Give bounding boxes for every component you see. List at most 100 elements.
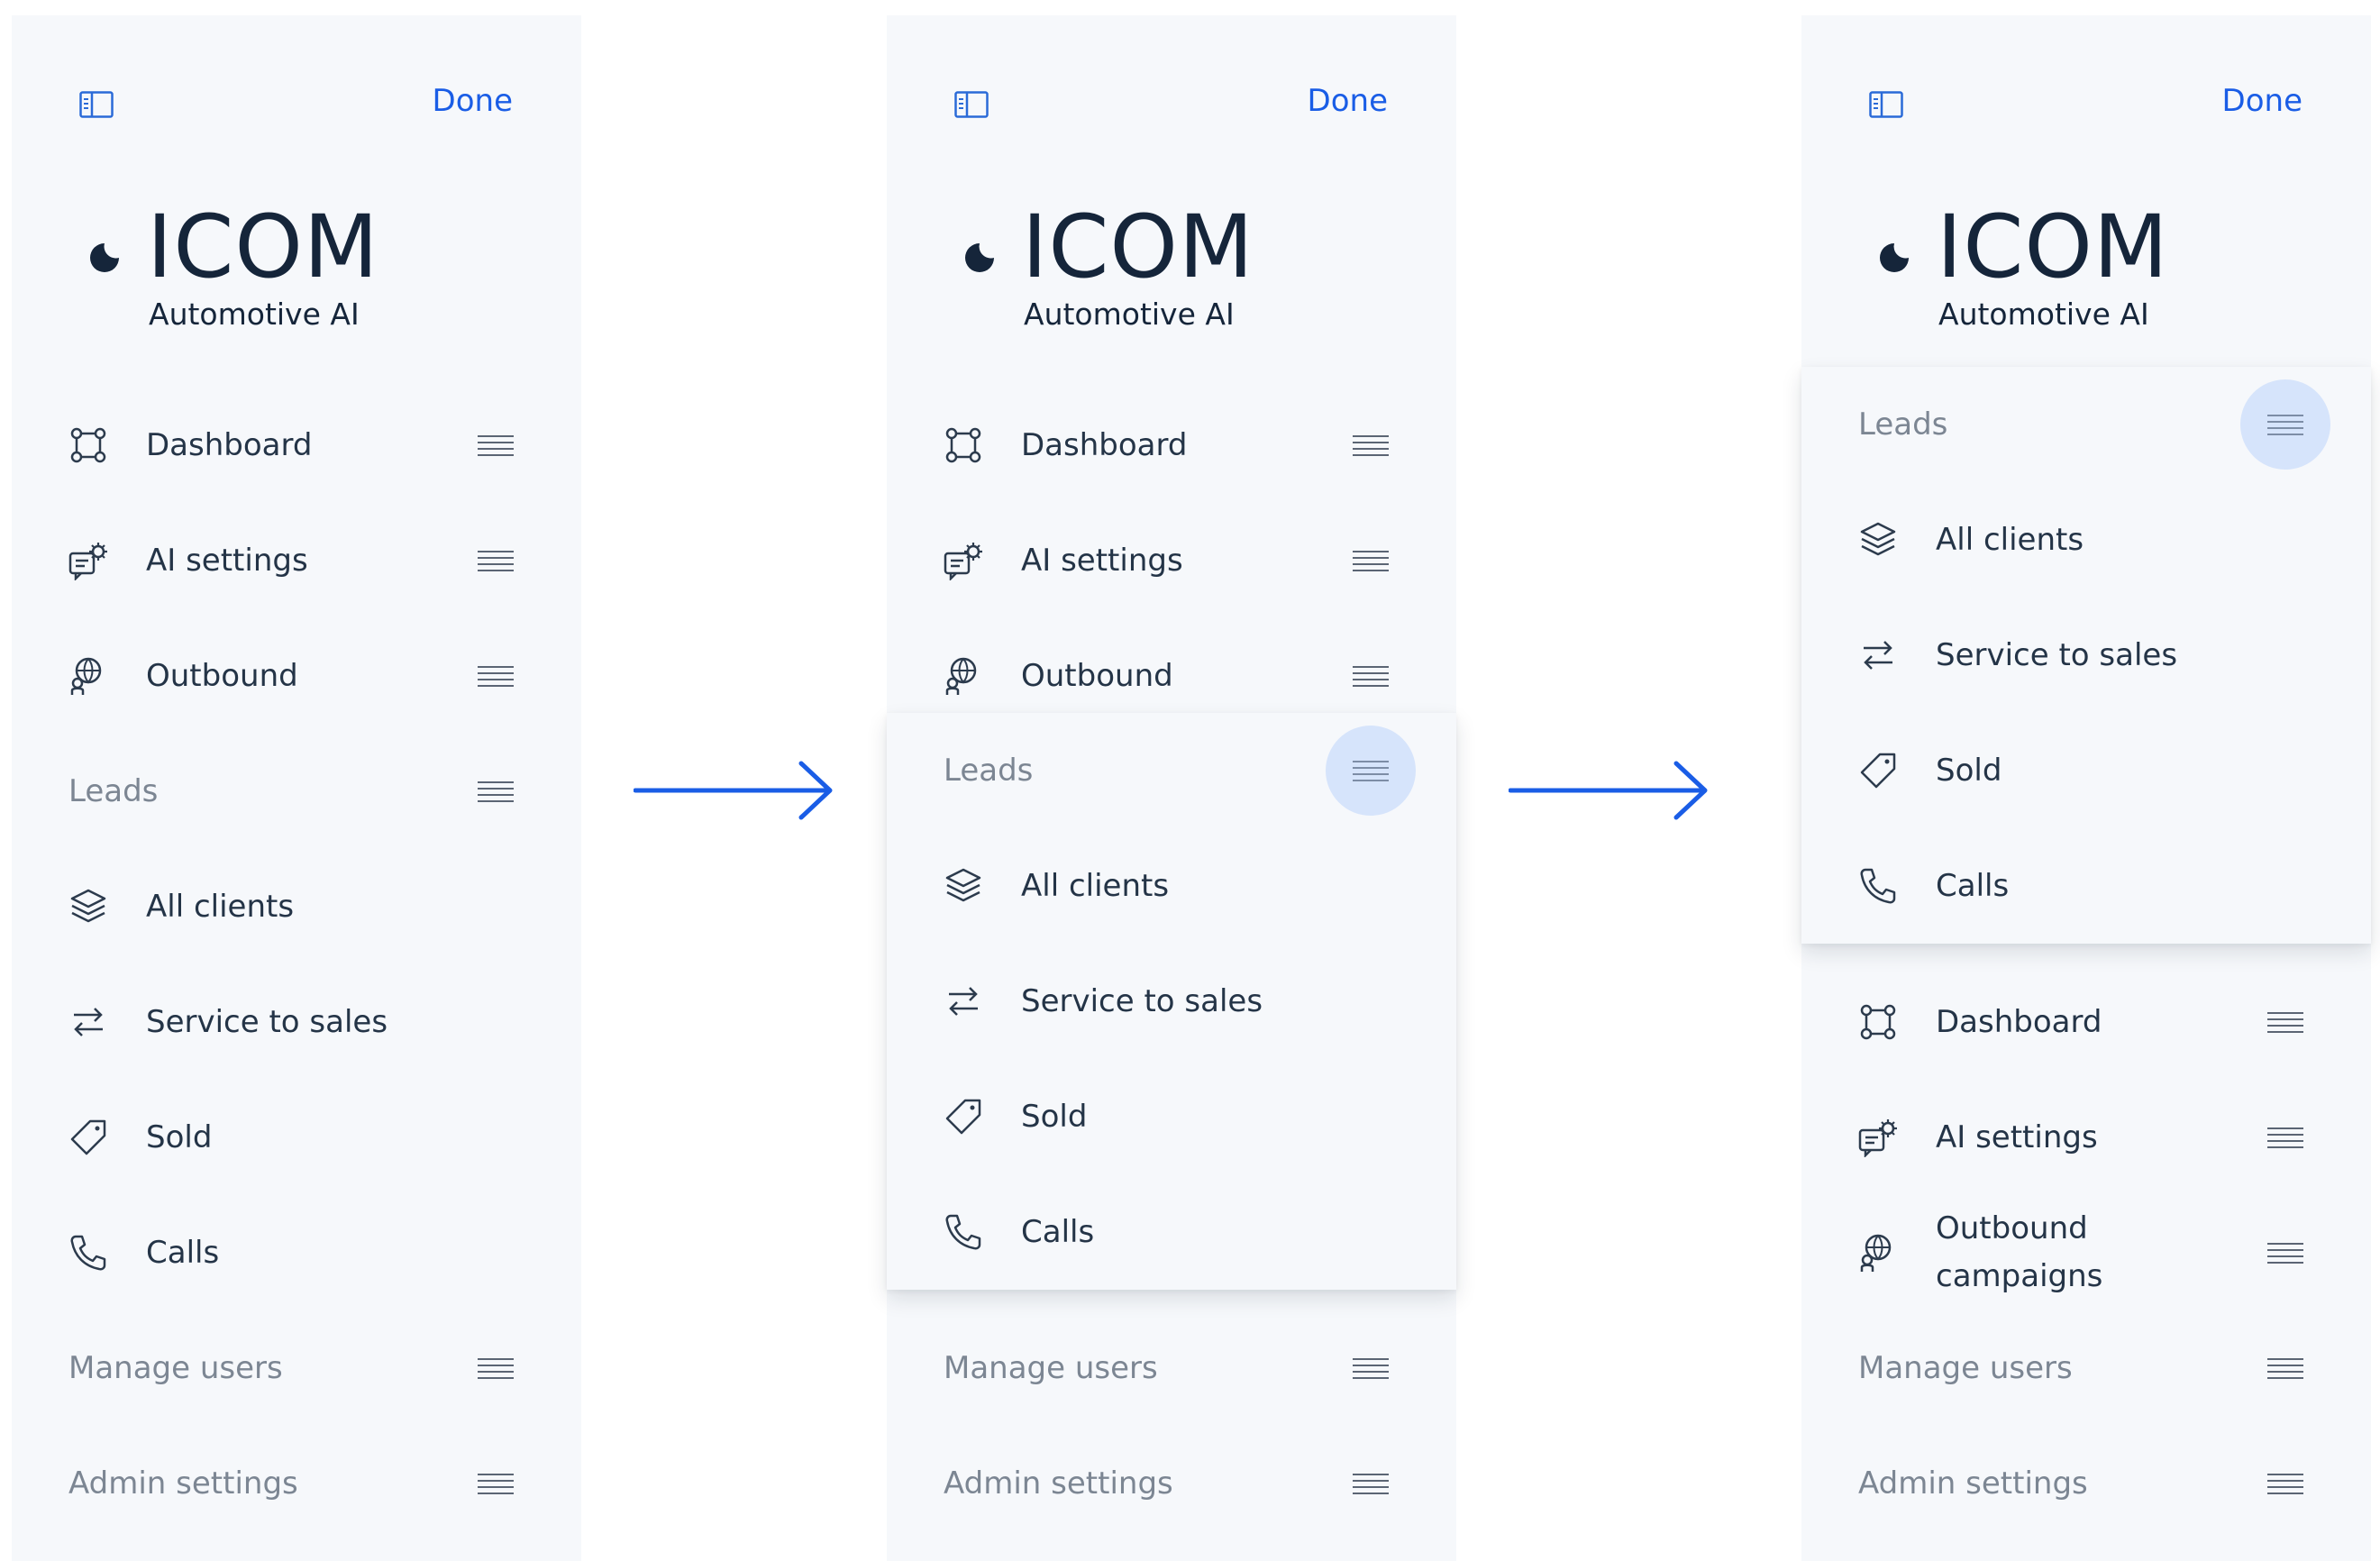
brand-tagline: Automotive AI xyxy=(149,297,360,332)
drag-handle-icon[interactable] xyxy=(1353,1357,1389,1379)
nav-item-outbound[interactable]: Outbound xyxy=(12,618,581,734)
nav-item-ai-settings[interactable]: AI settings xyxy=(887,503,1456,618)
done-button[interactable]: Done xyxy=(433,86,513,116)
nav-item-sold[interactable]: Sold xyxy=(1801,713,2371,828)
section-label: Leads xyxy=(944,753,1034,789)
nav-label: Calls xyxy=(1936,868,2010,904)
nav-item-calls[interactable]: Calls xyxy=(1801,828,2371,944)
drag-handle-icon[interactable] xyxy=(1353,434,1389,456)
nodes-icon xyxy=(1860,1004,1896,1040)
tag-icon xyxy=(1860,753,1896,789)
section-admin-settings: Admin settings xyxy=(12,1426,581,1541)
nav-item-service-to-sales[interactable]: Service to sales xyxy=(1801,598,2371,713)
nav-item-service-to-sales[interactable]: Service to sales xyxy=(12,964,581,1080)
nav-item-all-clients[interactable]: All clients xyxy=(887,828,1456,944)
drag-handle-active[interactable] xyxy=(2240,379,2330,470)
chat-gear-icon xyxy=(1858,1119,1897,1157)
nav-label: Calls xyxy=(146,1235,220,1271)
sidebar-toggle-icon[interactable] xyxy=(79,91,114,118)
nav-item-sold[interactable]: Sold xyxy=(12,1080,581,1195)
nav-item-service-to-sales[interactable]: Service to sales xyxy=(887,944,1456,1059)
chat-gear-icon xyxy=(68,543,107,580)
section-leads: Leads xyxy=(1801,367,2371,482)
nav-label: Dashboard xyxy=(1936,1004,2102,1040)
nav-label: Service to sales xyxy=(1936,637,2178,673)
drag-handle-icon[interactable] xyxy=(478,780,514,802)
drag-handle-icon[interactable] xyxy=(2267,1127,2303,1148)
nodes-icon xyxy=(70,427,106,463)
nav-label: Sold xyxy=(1021,1099,1088,1135)
nav-item-ai-settings[interactable]: AI settings xyxy=(12,503,581,618)
swap-arrows-icon xyxy=(1864,641,1892,670)
brand-logo: ICOM Automotive AI xyxy=(1878,204,2168,335)
section-label: Leads xyxy=(1858,406,1948,443)
nav-label: Sold xyxy=(1936,753,2002,789)
nav-item-ai-settings[interactable]: AI settings xyxy=(1801,1080,2371,1195)
nav-item-calls[interactable]: Calls xyxy=(12,1195,581,1310)
nav-label: AI settings xyxy=(1021,543,1183,579)
drag-handle-icon xyxy=(2267,415,2303,435)
sidebar-toggle-icon[interactable] xyxy=(954,91,989,118)
section-leads: Leads xyxy=(12,734,581,849)
nav-label: Service to sales xyxy=(1021,983,1263,1019)
people-globe-icon xyxy=(70,657,102,695)
section-label: Manage users xyxy=(944,1350,1158,1386)
swap-arrows-icon xyxy=(949,987,978,1016)
sidebar-panel-initial: Done ICOM Automotive AI Dashboard AI set… xyxy=(12,15,581,1561)
nav-item-dashboard[interactable]: Dashboard xyxy=(887,388,1456,503)
nav-item-all-clients[interactable]: All clients xyxy=(1801,482,2371,598)
layers-icon xyxy=(945,868,981,902)
section-manage-users: Manage users xyxy=(887,1310,1456,1426)
brand-tagline: Automotive AI xyxy=(1938,297,2149,332)
drag-handle-icon[interactable] xyxy=(478,434,514,456)
drag-handle-icon[interactable] xyxy=(478,550,514,571)
nav-item-sold[interactable]: Sold xyxy=(887,1059,1456,1174)
nav-item-dashboard[interactable]: Dashboard xyxy=(12,388,581,503)
sidebar-panel-dragging: Done ICOM Automotive AI Dashboard AI set… xyxy=(887,15,1456,1561)
drag-handle-icon[interactable] xyxy=(478,1357,514,1379)
nav-label: All clients xyxy=(1936,522,2084,558)
tag-icon xyxy=(70,1119,106,1155)
drag-handle-icon[interactable] xyxy=(2267,1357,2303,1379)
brand-logo: ICOM Automotive AI xyxy=(88,204,378,335)
section-label: Leads xyxy=(68,773,159,809)
nav-item-dashboard[interactable]: Dashboard xyxy=(1801,964,2371,1080)
done-button[interactable]: Done xyxy=(1308,86,1388,116)
brand-tagline: Automotive AI xyxy=(1024,297,1235,332)
phone-icon xyxy=(945,1214,981,1250)
sidebar-toggle-icon[interactable] xyxy=(1869,91,1903,118)
brand-logo: ICOM Automotive AI xyxy=(963,204,1254,335)
tag-icon xyxy=(945,1099,981,1135)
layers-icon xyxy=(1860,522,1896,556)
drag-handle-icon[interactable] xyxy=(1353,665,1389,687)
nav-label: Calls xyxy=(1021,1214,1095,1250)
section-label: Manage users xyxy=(1858,1350,2073,1386)
dragged-group-leads[interactable]: Leads All clients Service to sales Sold … xyxy=(887,713,1456,1290)
layers-icon xyxy=(70,889,106,923)
drag-handle-icon[interactable] xyxy=(478,1473,514,1494)
drag-handle-active[interactable] xyxy=(1326,726,1416,816)
nav-item-outbound-campaigns[interactable]: Outbound campaigns xyxy=(1801,1195,2371,1310)
drag-handle-icon[interactable] xyxy=(1353,1473,1389,1494)
nav-label: Outbound xyxy=(146,658,298,694)
people-globe-icon xyxy=(1860,1234,1892,1272)
nav-item-calls[interactable]: Calls xyxy=(887,1174,1456,1290)
arrow-right-icon xyxy=(634,761,833,820)
nodes-icon xyxy=(945,427,981,463)
logo-moon-icon xyxy=(965,243,994,272)
drag-handle-icon xyxy=(1353,761,1389,781)
drag-handle-icon[interactable] xyxy=(478,665,514,687)
drag-handle-icon[interactable] xyxy=(2267,1473,2303,1494)
drag-handle-icon[interactable] xyxy=(2267,1242,2303,1264)
nav-item-all-clients[interactable]: All clients xyxy=(12,849,581,964)
brand-name: ICOM xyxy=(147,196,379,297)
done-button[interactable]: Done xyxy=(2222,86,2302,116)
logo-moon-icon xyxy=(90,243,119,272)
dragged-group-leads[interactable]: Leads All clients Service to sales Sold … xyxy=(1801,367,2371,944)
drag-handle-icon[interactable] xyxy=(2267,1011,2303,1033)
nav-label: AI settings xyxy=(1936,1119,2098,1155)
section-label: Admin settings xyxy=(1858,1465,2088,1502)
section-leads: Leads xyxy=(887,713,1456,828)
nav-label: Sold xyxy=(146,1119,213,1155)
drag-handle-icon[interactable] xyxy=(1353,550,1389,571)
